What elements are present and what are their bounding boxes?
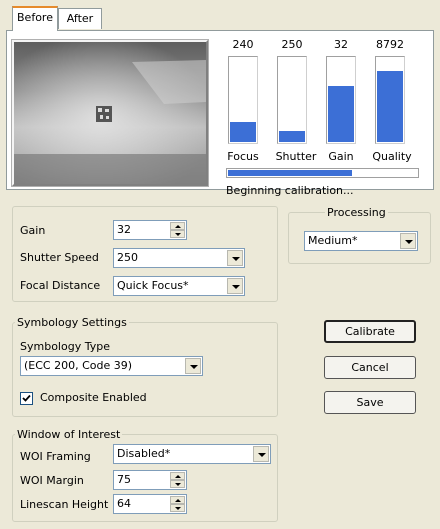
gain-stepper[interactable]: 32: [113, 220, 187, 240]
arrow-down-icon: [175, 507, 181, 510]
symbology-type-select[interactable]: (ECC 200, Code 39): [20, 356, 203, 376]
shutter-meter-fill: [279, 130, 305, 142]
shutter-speed-value: 250: [117, 251, 138, 264]
save-button[interactable]: Save: [324, 391, 416, 414]
shutter-speed-select[interactable]: 250: [113, 248, 245, 268]
arrow-up-icon: [175, 225, 181, 228]
woi-title: Window of Interest: [15, 428, 123, 441]
focus-meter: [228, 56, 258, 144]
processing-title: Processing: [325, 206, 388, 219]
symbology-type-value: (ECC 200, Code 39): [24, 359, 133, 372]
arrow-down-icon: [175, 233, 181, 236]
gain-meter-fill: [328, 86, 354, 142]
dropdown-arrow-icon[interactable]: [253, 446, 269, 462]
quality-meter-fill: [377, 71, 403, 142]
camera-preview: [11, 39, 209, 187]
linescan-height-label: Linescan Height: [20, 498, 109, 511]
quality-label: Quality: [372, 150, 412, 163]
woi-framing-label: WOI Framing: [20, 450, 91, 463]
focal-distance-select[interactable]: Quick Focus*: [113, 276, 245, 296]
gain-decrement-button[interactable]: [170, 230, 185, 238]
arrow-down-icon: [175, 483, 181, 486]
calibrate-button[interactable]: Calibrate: [324, 320, 416, 343]
linescan-height-stepper[interactable]: 64: [113, 494, 187, 514]
focal-distance-value: Quick Focus*: [117, 279, 189, 292]
composite-enabled-label: Composite Enabled: [40, 391, 147, 404]
focus-value: 240: [232, 38, 254, 51]
woi-margin-increment-button[interactable]: [170, 472, 185, 480]
camera-image: [14, 42, 206, 184]
linescan-increment-button[interactable]: [170, 496, 185, 504]
dropdown-arrow-icon[interactable]: [227, 250, 243, 266]
woi-framing-value: Disabled*: [117, 447, 171, 460]
shutter-speed-label: Shutter Speed: [20, 251, 99, 264]
gain-stepper-value: 32: [117, 223, 131, 236]
calibration-progress-bar: [226, 168, 419, 178]
composite-enabled-checkbox[interactable]: [20, 392, 33, 405]
gain-label: Gain: [328, 150, 354, 163]
linescan-height-value: 64: [117, 497, 131, 510]
gain-increment-button[interactable]: [170, 222, 185, 230]
dropdown-arrow-icon[interactable]: [185, 358, 201, 374]
gain-field-label: Gain: [20, 224, 46, 237]
checkmark-icon: [22, 394, 31, 402]
shutter-value: 250: [281, 38, 303, 51]
processing-value: Medium*: [308, 234, 358, 247]
arrow-up-icon: [175, 499, 181, 502]
quality-meter: [375, 56, 405, 144]
processing-select[interactable]: Medium*: [304, 231, 418, 251]
cancel-button[interactable]: Cancel: [324, 356, 416, 379]
focus-label: Focus: [227, 150, 259, 163]
tab-before[interactable]: Before: [12, 6, 58, 31]
gain-value: 32: [334, 38, 348, 51]
woi-margin-label: WOI Margin: [20, 474, 84, 487]
progress-fill: [228, 170, 353, 176]
tab-after-label: After: [66, 12, 94, 25]
woi-margin-decrement-button[interactable]: [170, 480, 185, 488]
datamatrix-code: [96, 106, 112, 122]
shutter-meter: [277, 56, 307, 144]
calibration-status: Beginning calibration...: [226, 184, 354, 197]
focal-distance-label: Focal Distance: [20, 279, 101, 292]
dropdown-arrow-icon[interactable]: [400, 233, 416, 249]
quality-value: 8792: [376, 38, 404, 51]
woi-margin-stepper[interactable]: 75: [113, 470, 187, 490]
linescan-decrement-button[interactable]: [170, 504, 185, 512]
tab-after[interactable]: After: [58, 8, 102, 29]
symbology-type-label: Symbology Type: [20, 340, 110, 353]
woi-framing-select[interactable]: Disabled*: [113, 444, 271, 464]
gain-meter: [326, 56, 356, 144]
dropdown-arrow-icon[interactable]: [227, 278, 243, 294]
woi-margin-value: 75: [117, 473, 131, 486]
symbology-title: Symbology Settings: [15, 316, 129, 329]
arrow-up-icon: [175, 475, 181, 478]
focus-meter-fill: [230, 122, 256, 142]
tab-before-label: Before: [17, 11, 53, 24]
